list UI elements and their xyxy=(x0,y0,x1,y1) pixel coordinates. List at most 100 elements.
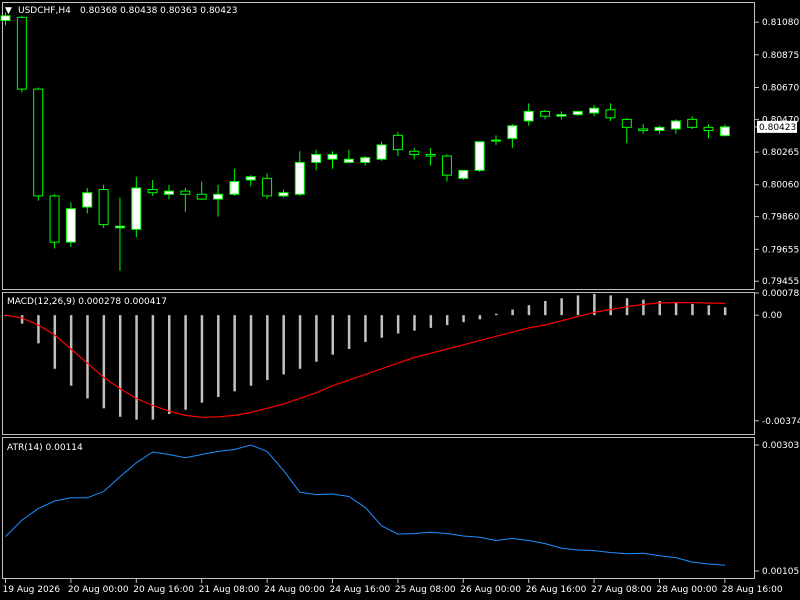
macd-bar xyxy=(462,315,465,323)
y-tick-label: 0.00105 xyxy=(762,567,799,577)
candle-body xyxy=(425,153,436,157)
y-tick-label: 0.80670 xyxy=(762,83,799,93)
candle-body xyxy=(392,134,403,151)
candle-body xyxy=(245,176,256,181)
y-tick-label: 0.00303 xyxy=(762,441,799,451)
candle-body xyxy=(65,208,76,243)
candle-body xyxy=(294,161,305,195)
macd-bar xyxy=(86,315,89,399)
macd-bar xyxy=(413,315,416,331)
y-tick-label: -0.003742 xyxy=(762,417,800,427)
candle xyxy=(33,87,44,201)
candle-body xyxy=(491,139,501,142)
x-tick-label: 26 Aug 00:00 xyxy=(460,585,521,595)
macd-bar xyxy=(151,315,155,420)
chart-menu-arrow-icon[interactable]: ▼ xyxy=(5,6,12,16)
candle xyxy=(16,15,27,93)
macd-bar xyxy=(20,315,24,324)
candle-body xyxy=(638,128,649,132)
macd-bar xyxy=(707,305,711,316)
candle-body xyxy=(572,110,583,116)
candle-body xyxy=(147,189,158,194)
macd-bar xyxy=(495,313,498,316)
candle-body xyxy=(556,114,567,117)
candle-body xyxy=(523,110,534,122)
macd-bar xyxy=(364,315,367,342)
macd-bar xyxy=(233,315,236,392)
candle-body xyxy=(343,158,354,163)
price-y-axis: 0.810800.808750.806700.804700.802650.800… xyxy=(755,18,799,287)
candle-body xyxy=(360,157,371,163)
macd-bar xyxy=(380,315,384,338)
candle-body xyxy=(0,15,11,22)
macd-bar xyxy=(609,295,612,316)
macd-bar xyxy=(200,315,204,403)
atr-title: ATR(14) 0.00114 xyxy=(7,443,83,453)
symbol-title: USDCHF,H4 xyxy=(18,6,71,16)
candle-body xyxy=(376,144,387,160)
candle-body xyxy=(458,169,469,179)
candle-body xyxy=(196,193,207,200)
macd-bar xyxy=(527,305,531,316)
macd-bar xyxy=(560,298,563,316)
candle-body xyxy=(605,109,616,119)
y-tick-label: 0.79860 xyxy=(762,213,799,223)
candle-body xyxy=(441,155,452,176)
candle-body xyxy=(98,189,109,226)
candle-body xyxy=(719,126,730,137)
x-tick-label: 20 Aug 16:00 xyxy=(133,585,194,595)
candle-body xyxy=(164,190,174,195)
macd-bar xyxy=(168,315,171,414)
x-tick-label: 19 Aug 2026 xyxy=(3,585,61,595)
macd-bar xyxy=(723,307,727,316)
macd-bar xyxy=(135,315,138,420)
macd-bar xyxy=(53,315,57,369)
macd-bar xyxy=(445,315,449,326)
current-price-marker: 0.80423 xyxy=(757,120,797,133)
candle xyxy=(65,202,76,247)
macd-bar xyxy=(249,315,253,386)
macd-bar xyxy=(429,315,433,328)
candle-body xyxy=(82,192,93,208)
trading-chart[interactable]: 0.810800.808750.806700.804700.802650.800… xyxy=(0,0,800,600)
y-tick-label: 0.79655 xyxy=(762,245,799,255)
ohlc-values: 0.80368 0.80438 0.80363 0.80423 xyxy=(80,6,237,16)
y-tick-label: 0.80060 xyxy=(762,181,799,191)
y-tick-label: 0.000785 xyxy=(762,289,800,299)
macd-bar xyxy=(396,315,400,334)
x-tick-label: 27 Aug 08:00 xyxy=(591,585,652,595)
candle xyxy=(49,194,60,249)
candle-body xyxy=(507,125,518,140)
candle-body xyxy=(327,153,338,160)
macd-bar xyxy=(347,315,351,350)
macd-bar xyxy=(478,315,482,320)
x-tick-label: 28 Aug 16:00 xyxy=(722,585,783,595)
macd-bar xyxy=(266,315,269,381)
macd-bar xyxy=(315,315,318,362)
macd-bar xyxy=(331,315,334,355)
macd-bar xyxy=(102,315,106,409)
macd-bar xyxy=(674,302,678,316)
candle-body xyxy=(114,225,125,229)
x-tick-label: 25 Aug 08:00 xyxy=(395,585,456,595)
candle-body xyxy=(654,126,665,132)
y-tick-label: 0.80265 xyxy=(762,148,799,158)
x-tick-label: 24 Aug 16:00 xyxy=(330,585,391,595)
x-tick-label: 28 Aug 00:00 xyxy=(657,585,718,595)
candle-body xyxy=(262,177,273,197)
candle-body xyxy=(703,126,714,132)
current-price-label: 0.80423 xyxy=(759,123,796,133)
macd-bar xyxy=(576,295,580,316)
macd-bar xyxy=(37,315,40,344)
y-tick-label: 0.81080 xyxy=(762,18,799,28)
y-tick-label: 0.00 xyxy=(762,311,782,321)
candle xyxy=(474,141,485,172)
candle-body xyxy=(278,192,289,197)
macd-bar xyxy=(217,315,220,398)
candle-body xyxy=(131,187,142,230)
macd-bar xyxy=(118,315,122,417)
candle-body xyxy=(229,181,240,195)
macd-bar xyxy=(511,309,514,316)
candle xyxy=(98,184,109,228)
x-tick-label: 26 Aug 16:00 xyxy=(526,585,587,595)
